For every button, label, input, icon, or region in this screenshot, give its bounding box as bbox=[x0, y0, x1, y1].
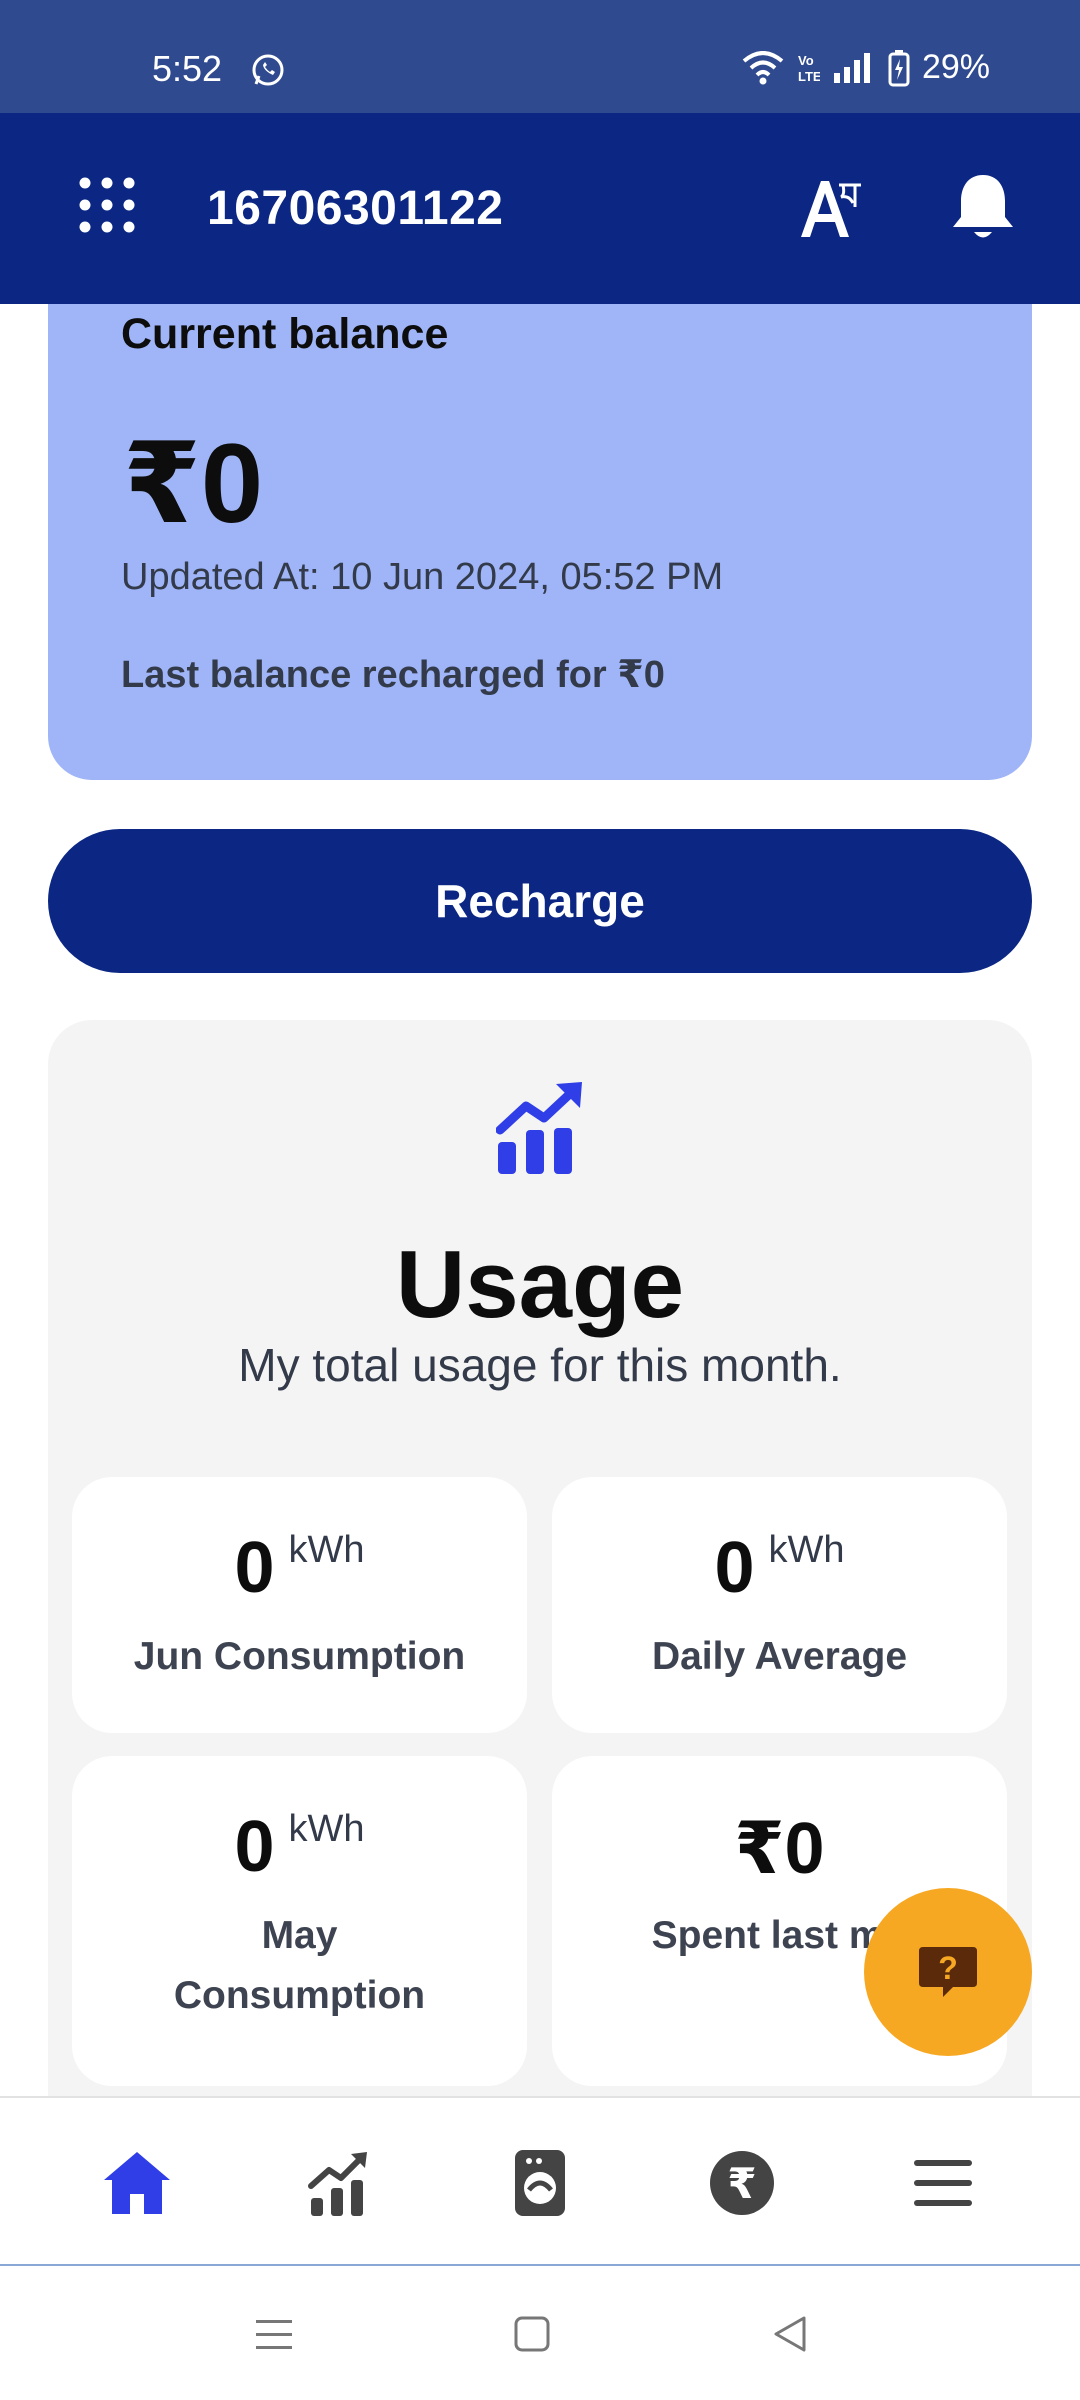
account-number: 16706301122 bbox=[207, 182, 504, 235]
stat-card-jun-consumption: 0 kWh Jun Consumption bbox=[72, 1477, 527, 1733]
stat-unit: kWh bbox=[768, 1529, 845, 1571]
nav-payments[interactable]: ₹ bbox=[705, 2146, 779, 2220]
usage-chart-icon bbox=[308, 2152, 367, 2216]
balance-card: Current balance ₹0 Updated At: 10 Jun 20… bbox=[48, 304, 1032, 780]
svg-text:₹: ₹ bbox=[727, 2159, 756, 2208]
stat-unit: kWh bbox=[288, 1808, 365, 1850]
stat-label: May Consumption bbox=[173, 1914, 426, 2017]
balance-title: Current balance bbox=[121, 310, 449, 358]
wifi-icon bbox=[742, 50, 784, 84]
balance-amount: ₹0 bbox=[123, 421, 264, 546]
stat-label: Jun Consumption bbox=[133, 1635, 466, 1678]
signal-icon bbox=[833, 52, 870, 83]
last-recharge-text: Last balance recharged for ₹0 bbox=[121, 654, 665, 696]
help-button[interactable]: ? bbox=[864, 1888, 1032, 2056]
svg-text:LTE: LTE bbox=[798, 69, 820, 84]
status-time: 5:52 bbox=[152, 48, 223, 89]
hamburger-menu-icon bbox=[914, 2160, 972, 2206]
grid-menu-icon[interactable] bbox=[78, 176, 136, 234]
status-indicators: Vo LTE 29% bbox=[742, 48, 990, 87]
nav-usage[interactable] bbox=[301, 2146, 375, 2220]
home-square-icon[interactable] bbox=[510, 2312, 554, 2356]
svg-text:?: ? bbox=[938, 1950, 958, 1986]
status-bar: 5:52 Vo LTE 29% bbox=[0, 0, 1080, 113]
stat-value: 0 bbox=[234, 1807, 275, 1887]
stat-card-may-consumption: 0 kWh May Consumption bbox=[72, 1756, 527, 2086]
volte-icon: Vo LTE bbox=[798, 53, 820, 84]
home-icon bbox=[104, 2152, 170, 2214]
trending-chart-icon bbox=[496, 1082, 582, 1174]
stat-value: 0 bbox=[714, 1528, 755, 1608]
whatsapp-icon bbox=[252, 54, 284, 86]
system-nav-bar bbox=[0, 2268, 1080, 2400]
recharge-button[interactable]: Recharge bbox=[48, 829, 1032, 973]
stat-value: 0 bbox=[234, 1528, 275, 1608]
battery-percent: 29% bbox=[921, 48, 990, 86]
help-chat-icon: ? bbox=[919, 1947, 977, 1997]
balance-updated-at: Updated At: 10 Jun 2024, 05:52 PM bbox=[121, 556, 724, 598]
stat-value: ₹0 bbox=[734, 1809, 825, 1889]
stat-label: Daily Average bbox=[651, 1635, 908, 1678]
bell-icon[interactable] bbox=[948, 171, 1018, 243]
nav-home[interactable] bbox=[100, 2146, 174, 2220]
svg-text:Vo: Vo bbox=[798, 53, 814, 68]
rupee-icon: ₹ bbox=[710, 2151, 774, 2215]
back-icon[interactable] bbox=[768, 2312, 812, 2356]
bottom-nav: ₹ bbox=[0, 2096, 1080, 2266]
battery-charging-icon bbox=[888, 49, 910, 86]
app-header: 16706301122 bbox=[0, 113, 1080, 304]
usage-subtitle: My total usage for this month. bbox=[238, 1339, 842, 1391]
stat-unit: kWh bbox=[288, 1529, 365, 1571]
recents-icon[interactable] bbox=[252, 2312, 296, 2356]
stat-card-daily-average: 0 kWh Daily Average bbox=[552, 1477, 1007, 1733]
nav-meter[interactable] bbox=[503, 2146, 577, 2220]
meter-icon bbox=[515, 2150, 565, 2216]
nav-menu[interactable] bbox=[906, 2146, 980, 2220]
usage-title: Usage bbox=[395, 1231, 685, 1338]
language-toggle-icon[interactable] bbox=[795, 173, 865, 243]
